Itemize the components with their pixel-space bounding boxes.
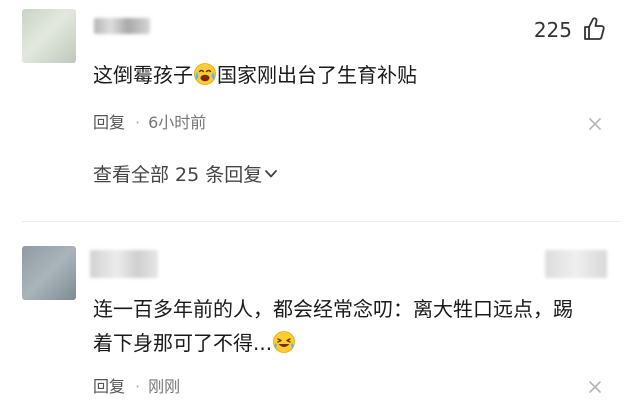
view-all-replies-label: 查看全部 25 条回复 — [93, 164, 263, 186]
meta-separator: · — [135, 113, 141, 132]
like-count: 225 — [533, 18, 572, 42]
username-blurred[interactable] — [90, 250, 158, 278]
meta-separator: · — [135, 377, 141, 396]
comment-text: 连一百多年前的人，都会经常念叨：离大牲口远点，踢 着下身那可了不得... — [93, 292, 573, 360]
avatar[interactable] — [22, 9, 76, 63]
comment-meta: 回复 · 刚刚 — [93, 376, 180, 398]
avatar[interactable] — [22, 246, 76, 300]
laughing-tears-emoji-icon — [273, 331, 295, 353]
comment-text: 这倒霉孩子 国家刚出台了生育补贴 — [93, 58, 417, 92]
comment-text-line: 连一百多年前的人，都会经常念叨：离大牲口远点，踢 — [93, 297, 573, 321]
chevron-down-icon — [265, 170, 278, 178]
comment-text-part: 国家刚出台了生育补贴 — [217, 63, 417, 87]
comment-text-part: 着下身那可了不得... — [93, 331, 273, 355]
like-area-blurred — [545, 250, 607, 278]
thumbs-up-icon[interactable] — [582, 16, 606, 42]
reply-button[interactable]: 回复 — [93, 113, 125, 132]
comment-time: 6小时前 — [148, 113, 207, 132]
reply-button[interactable]: 回复 — [93, 377, 125, 396]
close-icon[interactable] — [588, 380, 602, 394]
crying-laugh-emoji-icon — [194, 63, 216, 85]
username-blurred[interactable] — [94, 18, 150, 34]
comment-text-line-2: 着下身那可了不得... — [93, 326, 573, 360]
comment-time: 刚刚 — [148, 377, 181, 396]
comment-meta: 回复 · 6小时前 — [93, 112, 206, 134]
view-all-replies-link[interactable]: 查看全部 25 条回复 — [93, 162, 278, 188]
comment-text-part: 这倒霉孩子 — [93, 63, 193, 87]
close-icon[interactable] — [588, 117, 602, 131]
comment-divider — [22, 221, 620, 222]
